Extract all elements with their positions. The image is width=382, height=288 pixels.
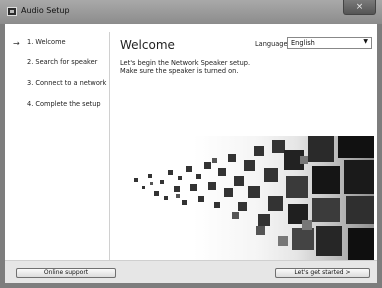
step-search-for-speaker: 2. Search for speaker <box>27 58 98 66</box>
intro-line-2: Make sure the speaker is turned on. <box>120 67 239 75</box>
app-icon <box>7 7 17 16</box>
step-connect-to-network: 3. Connect to a network <box>27 79 107 87</box>
intro-text: Let's begin the Network Speaker setup. M… <box>120 59 250 75</box>
audio-setup-window: Audio Setup × → 1. Welcome 2. Search for… <box>0 0 382 288</box>
language-selected-value: English <box>291 39 315 47</box>
language-label: Language <box>255 40 288 48</box>
footer-bar: Online support Let's get started > <box>5 260 377 283</box>
step-complete-setup: 4. Complete the setup <box>27 100 101 108</box>
page-title: Welcome <box>120 38 175 52</box>
language-select[interactable]: English ▼ <box>287 37 372 49</box>
get-started-button[interactable]: Let's get started > <box>275 268 370 278</box>
hero-image <box>116 136 374 260</box>
intro-line-1: Let's begin the Network Speaker setup. <box>120 59 251 67</box>
title-bar[interactable]: Audio Setup × <box>0 0 382 24</box>
album-tiles-collage <box>134 136 374 260</box>
chevron-down-icon: ▼ <box>363 38 368 45</box>
sidebar-divider <box>109 32 110 260</box>
client-area: → 1. Welcome 2. Search for speaker 3. Co… <box>5 24 377 283</box>
steps-sidebar: → 1. Welcome 2. Search for speaker 3. Co… <box>5 24 109 260</box>
online-support-button[interactable]: Online support <box>16 268 116 278</box>
current-step-arrow-icon: → <box>13 39 20 48</box>
step-welcome: 1. Welcome <box>27 38 66 46</box>
close-button[interactable]: × <box>343 0 376 15</box>
window-title: Audio Setup <box>21 6 70 15</box>
